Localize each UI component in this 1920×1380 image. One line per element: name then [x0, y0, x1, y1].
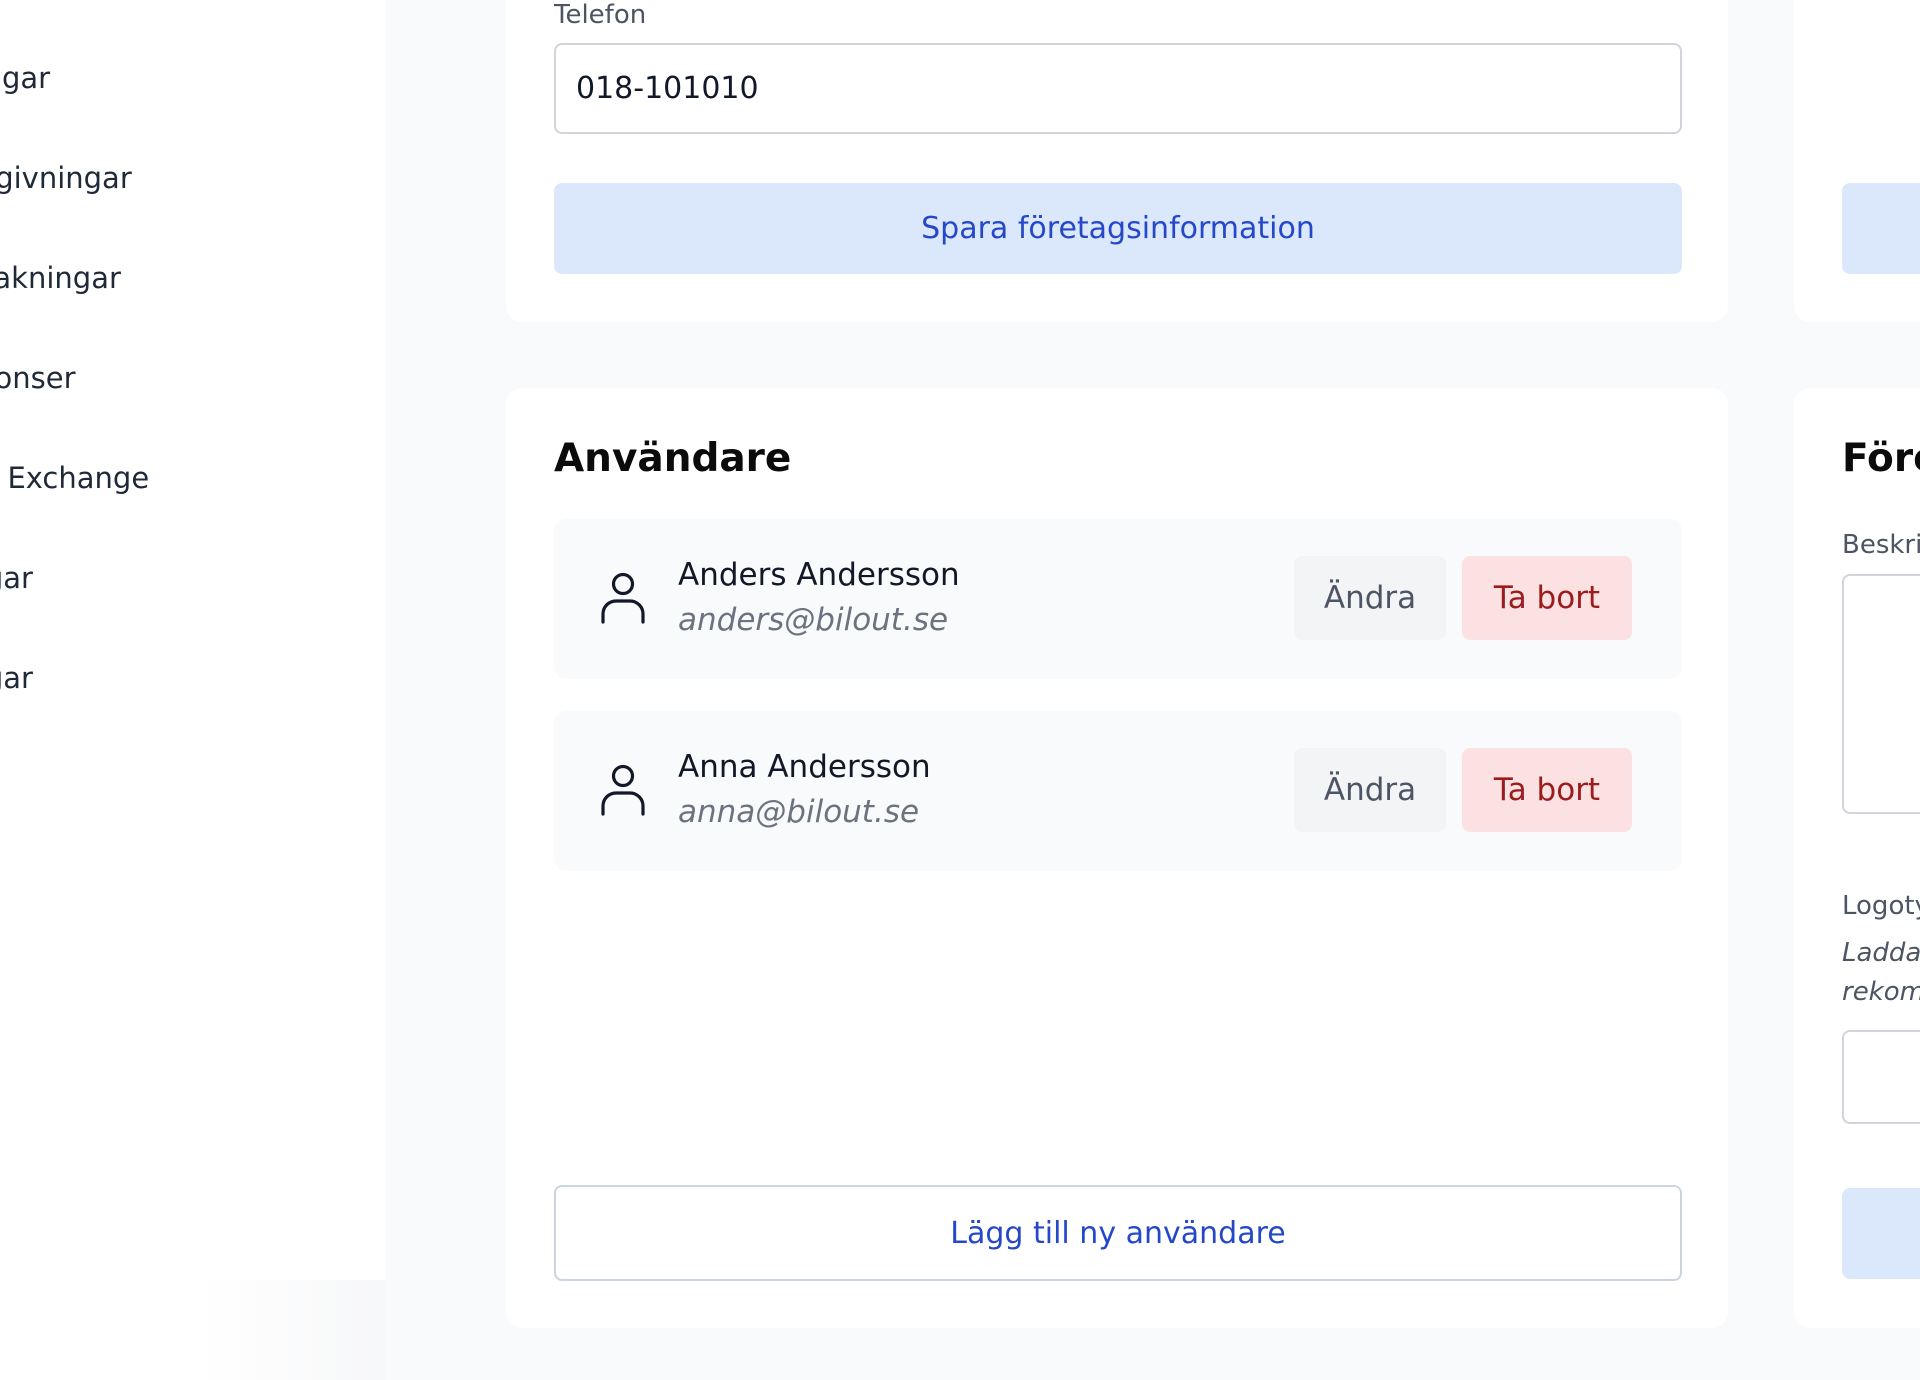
edit-user-button[interactable]: Ändra — [1294, 748, 1446, 832]
sidebar-shade — [200, 1280, 386, 1380]
sidebar-item-1[interactable]: vningar — [0, 58, 50, 98]
description-textarea[interactable] — [1842, 574, 1920, 814]
user-icon — [601, 572, 645, 624]
logo-hint-line1: Ladda — [1842, 938, 1920, 968]
phone-input[interactable] — [554, 43, 1682, 134]
save-company-info-button[interactable]: Spara företagsinformation — [554, 183, 1682, 274]
delete-user-button[interactable]: Ta bort — [1462, 748, 1632, 832]
sidebar: vningar budgivningar bevakningar annonse… — [0, 0, 386, 1380]
user-row: Anna Andersson anna@bilout.se Ändra Ta b… — [554, 711, 1682, 871]
user-row: Anders Andersson anders@bilout.se Ändra … — [554, 519, 1682, 679]
sidebar-item-b2b-exchange[interactable]: B2B Exchange — [0, 458, 149, 498]
sidebar-item-6[interactable]: ningar — [0, 558, 33, 598]
edit-user-button[interactable]: Ändra — [1294, 556, 1446, 640]
user-email: anna@bilout.se — [678, 794, 920, 830]
company-profile-card — [1794, 388, 1920, 1328]
sidebar-item-3[interactable]: bevakningar — [0, 258, 121, 298]
user-icon — [601, 764, 645, 816]
logo-upload-input[interactable] — [1842, 1030, 1920, 1124]
company-profile-title: Före — [1842, 436, 1920, 481]
add-user-button[interactable]: Lägg till ny användare — [554, 1185, 1682, 1281]
sidebar-item-4[interactable]: annonser — [0, 358, 76, 398]
sidebar-item-2[interactable]: budgivningar — [0, 158, 132, 198]
user-email: anders@bilout.se — [678, 602, 949, 638]
delete-user-button[interactable]: Ta bort — [1462, 556, 1632, 640]
user-name: Anna Andersson — [678, 749, 931, 785]
logo-label: Logoty — [1842, 891, 1920, 921]
logo-hint-line2: rekom — [1842, 977, 1920, 1007]
users-section-title: Användare — [554, 436, 792, 481]
description-label: Beskri — [1842, 530, 1920, 560]
right-top-button[interactable] — [1842, 183, 1920, 274]
phone-label: Telefon — [554, 0, 647, 30]
user-name: Anders Andersson — [678, 557, 960, 593]
sidebar-item-7[interactable]: ningar — [0, 658, 33, 698]
upload-logo-button[interactable] — [1842, 1188, 1920, 1279]
